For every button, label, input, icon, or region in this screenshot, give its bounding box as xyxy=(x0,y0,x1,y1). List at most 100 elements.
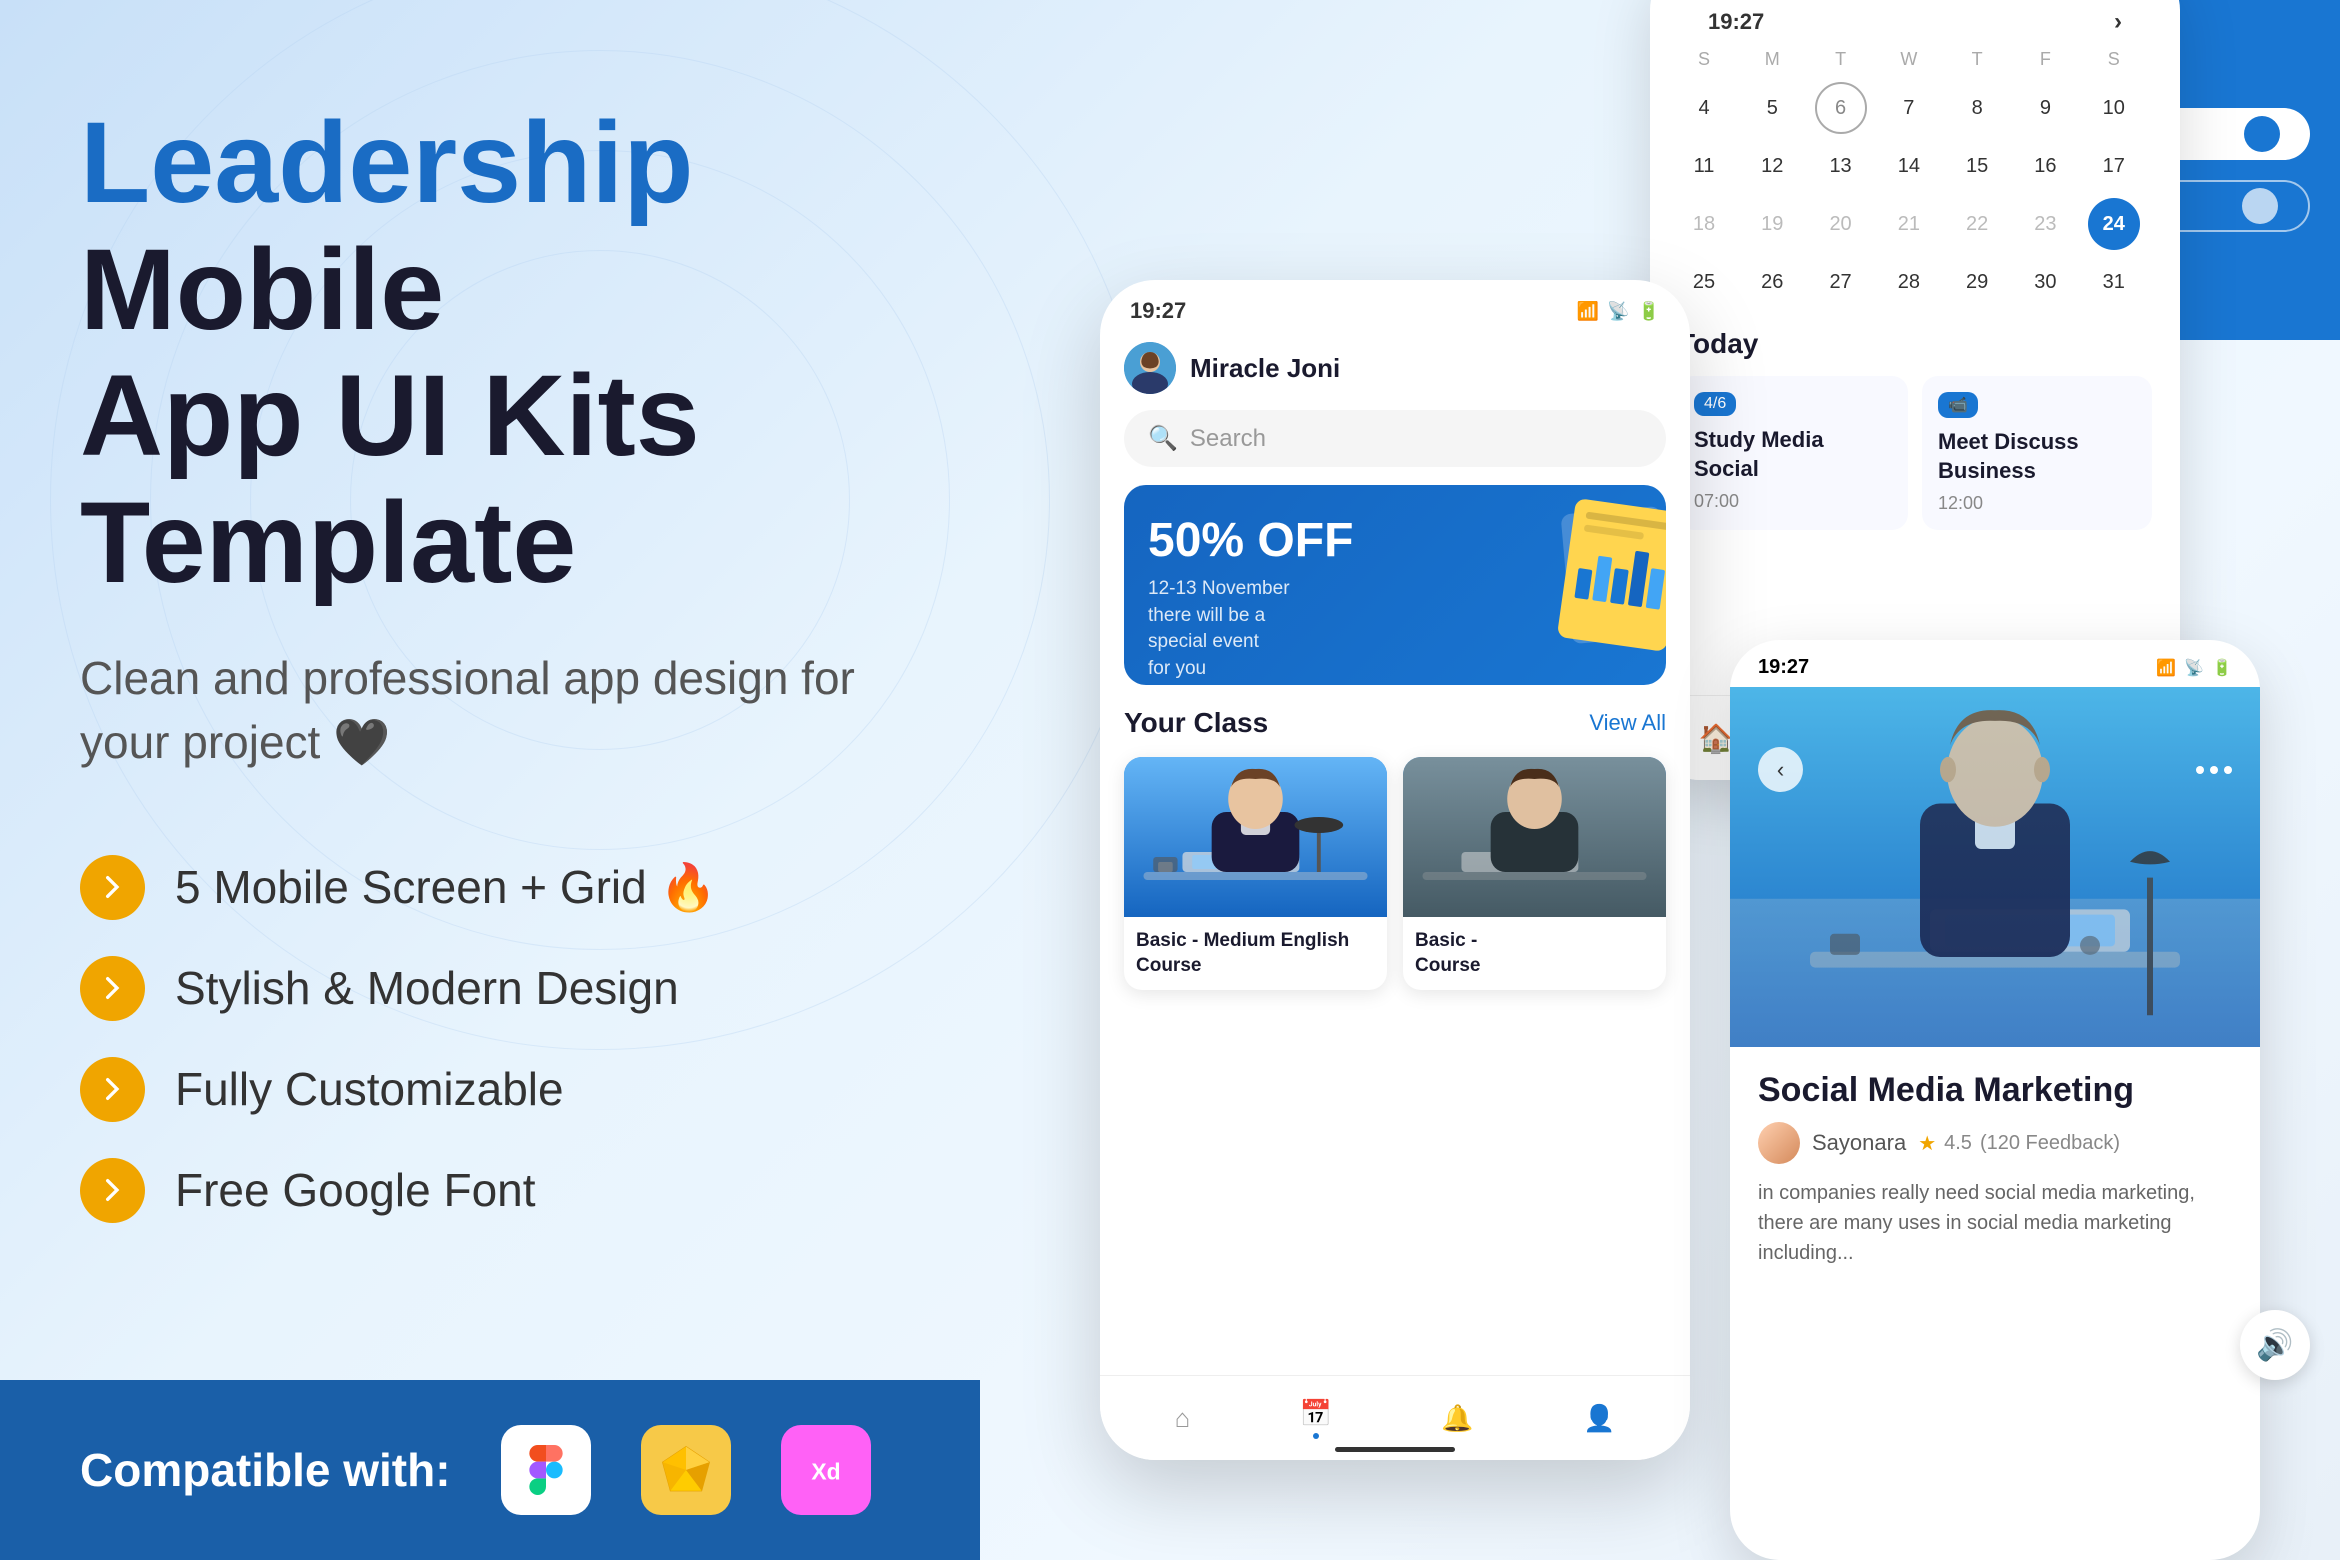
today-card-2-badge: 📹 xyxy=(1938,392,1978,418)
video-camera-icon: 📹 xyxy=(1948,395,1968,415)
detail-status-icons: 📶 📡 🔋 xyxy=(2156,658,2232,678)
calendar-time: 19:27 xyxy=(1708,9,1764,35)
detail-wifi-icon: 📡 xyxy=(2184,658,2204,678)
headline-blue: Leadership xyxy=(80,99,694,227)
feature-text-3: Fully Customizable xyxy=(175,1062,564,1116)
detail-content: Social Media Marketing Sayonara ★ 4.5 (1… xyxy=(1730,1047,2260,1292)
speaker-button[interactable]: 🔊 xyxy=(2240,1310,2310,1380)
main-time: 19:27 xyxy=(1130,298,1186,324)
compatible-label: Compatible with: xyxy=(80,1443,451,1497)
courses-row: Basic - Medium EnglishCourse xyxy=(1124,757,1666,990)
more-dot-2 xyxy=(2210,766,2218,774)
status-icons: 📶 📡 🔋 xyxy=(1577,301,1660,322)
course-card-1-body: Basic - Medium EnglishCourse xyxy=(1124,917,1387,990)
nav-calendar[interactable]: 📅 xyxy=(1300,1398,1332,1439)
svg-text:Xd: Xd xyxy=(811,1458,840,1484)
calendar-grid: S M T W T F S 4 5 6 7 8 9 10 11 12 xyxy=(1678,44,2152,308)
calendar-row-4: 25 26 27 28 29 30 31 xyxy=(1678,256,2152,308)
more-dot-3 xyxy=(2224,766,2232,774)
detail-time: 19:27 xyxy=(1758,656,1809,679)
user-avatar xyxy=(1124,342,1176,394)
search-bar[interactable]: 🔍 Search xyxy=(1124,410,1666,467)
author-name: Sayonara xyxy=(1812,1130,1906,1156)
course-card-1-title: Basic - Medium EnglishCourse xyxy=(1136,929,1375,978)
user-header: Miracle Joni xyxy=(1124,332,1666,410)
home-icon: 🏠 xyxy=(1699,722,1734,755)
today-card-2-time: 12:00 xyxy=(1938,493,2136,514)
feature-item-1: 5 Mobile Screen + Grid 🔥 xyxy=(80,855,900,920)
view-all-link[interactable]: View All xyxy=(1589,710,1666,736)
detail-course-title: Social Media Marketing xyxy=(1758,1071,2232,1110)
nav-bell-icon: 🔔 xyxy=(1441,1403,1473,1434)
phones-area: 19:27 › S M T W T F S 4 5 6 7 8 9 10 xyxy=(900,0,2340,1560)
today-card-2: 📹 Meet Discuss Business 12:00 xyxy=(1922,376,2152,530)
today-card-1-title: Study Media Social xyxy=(1694,426,1892,483)
nav-calendar-icon: 📅 xyxy=(1300,1398,1332,1429)
detail-description: in companies really need social media ma… xyxy=(1758,1178,2232,1268)
detail-more-menu[interactable] xyxy=(2196,747,2232,792)
course-card-2: Basic -Course xyxy=(1403,757,1666,990)
signal-icon: 📶 xyxy=(1577,301,1599,322)
today-card-1-time: 07:00 xyxy=(1694,491,1892,512)
feature-text-1: 5 Mobile Screen + Grid 🔥 xyxy=(175,860,717,915)
detail-status-bar: 19:27 📶 📡 🔋 xyxy=(1730,640,2260,687)
feature-icon-1 xyxy=(80,855,145,920)
detail-author-row: Sayonara ★ 4.5 (120 Feedback) xyxy=(1758,1122,2232,1164)
nav-bell[interactable]: 🔔 xyxy=(1441,1403,1473,1434)
feature-icon-4 xyxy=(80,1158,145,1223)
nav-user[interactable]: 👤 xyxy=(1583,1403,1615,1434)
search-placeholder: Search xyxy=(1190,425,1266,453)
course-card-1: Basic - Medium EnglishCourse xyxy=(1124,757,1387,990)
today-section: Today 4/6 Study Media Social 07:00 📹 Mee… xyxy=(1678,328,2152,530)
wifi-icon: 📡 xyxy=(1607,301,1629,322)
calendar-row-1: 4 5 6 7 8 9 10 xyxy=(1678,82,2152,134)
promo-document xyxy=(1536,495,1666,655)
calendar-status-bar: 19:27 › xyxy=(1678,0,2152,44)
calendar-arrow: › xyxy=(2114,8,2122,36)
calendar-header: S M T W T F S xyxy=(1678,44,2152,74)
nav-home-icon: ⌂ xyxy=(1175,1403,1191,1434)
chevron-right-icon-2 xyxy=(97,972,129,1004)
nav-active-dot xyxy=(1313,1433,1319,1439)
course-card-2-img xyxy=(1403,757,1666,917)
star-icon: ★ xyxy=(1918,1131,1936,1156)
chevron-right-icon xyxy=(97,871,129,903)
main-status-bar: 19:27 📶 📡 🔋 xyxy=(1100,280,1690,332)
feature-item-2: Stylish & Modern Design xyxy=(80,956,900,1021)
your-class-title: Your Class xyxy=(1124,707,1268,739)
phone-content: Miracle Joni 🔍 Search 50% OFF 12-13 Nove… xyxy=(1100,332,1690,990)
feature-icon-2 xyxy=(80,956,145,1021)
phone-detail: 19:27 📶 📡 🔋 xyxy=(1730,640,2260,1560)
detail-signal-icon: 📶 xyxy=(2156,658,2176,678)
detail-back-button[interactable]: ‹ xyxy=(1758,747,1803,792)
chevron-right-icon-4 xyxy=(97,1174,129,1206)
battery-icon: 🔋 xyxy=(1638,301,1660,322)
figma-icon xyxy=(501,1425,591,1515)
today-card-1-badge: 4/6 xyxy=(1694,392,1736,416)
rating-value: 4.5 xyxy=(1944,1132,1972,1155)
nav-home[interactable]: ⌂ xyxy=(1175,1403,1191,1434)
your-class-header: Your Class View All xyxy=(1124,707,1666,739)
sketch-icon xyxy=(641,1425,731,1515)
promo-banner: 50% OFF 12-13 Novemberthere will be aspe… xyxy=(1124,485,1666,685)
subtitle: Clean and professional app design for yo… xyxy=(80,646,900,775)
cal-nav-home[interactable]: 🏠 xyxy=(1699,722,1734,755)
today-label: Today xyxy=(1678,328,2152,360)
course-rating: ★ 4.5 (120 Feedback) xyxy=(1918,1131,2120,1156)
toggle-dot-on xyxy=(2244,116,2280,152)
feature-text-4: Free Google Font xyxy=(175,1163,536,1217)
course-person-1 xyxy=(1124,757,1387,917)
course-card-1-img xyxy=(1124,757,1387,917)
home-indicator xyxy=(1335,1447,1455,1452)
main-headline: Leadership MobileApp UI Kits Template xyxy=(80,100,900,606)
today-cards: 4/6 Study Media Social 07:00 📹 Meet Disc… xyxy=(1678,376,2152,530)
toggle-dot-off xyxy=(2242,188,2278,224)
user-name: Miracle Joni xyxy=(1190,353,1340,384)
feature-text-2: Stylish & Modern Design xyxy=(175,961,679,1015)
compatible-bar: Compatible with: Xd xyxy=(0,1380,980,1560)
left-panel: Leadership MobileApp UI Kits Template Cl… xyxy=(0,0,980,1560)
more-dot-1 xyxy=(2196,766,2204,774)
detail-nav-icons: ‹ xyxy=(1758,747,2232,792)
calendar-row-3: 18 19 20 21 22 23 24 xyxy=(1678,198,2152,250)
course-card-2-body: Basic -Course xyxy=(1403,917,1666,990)
